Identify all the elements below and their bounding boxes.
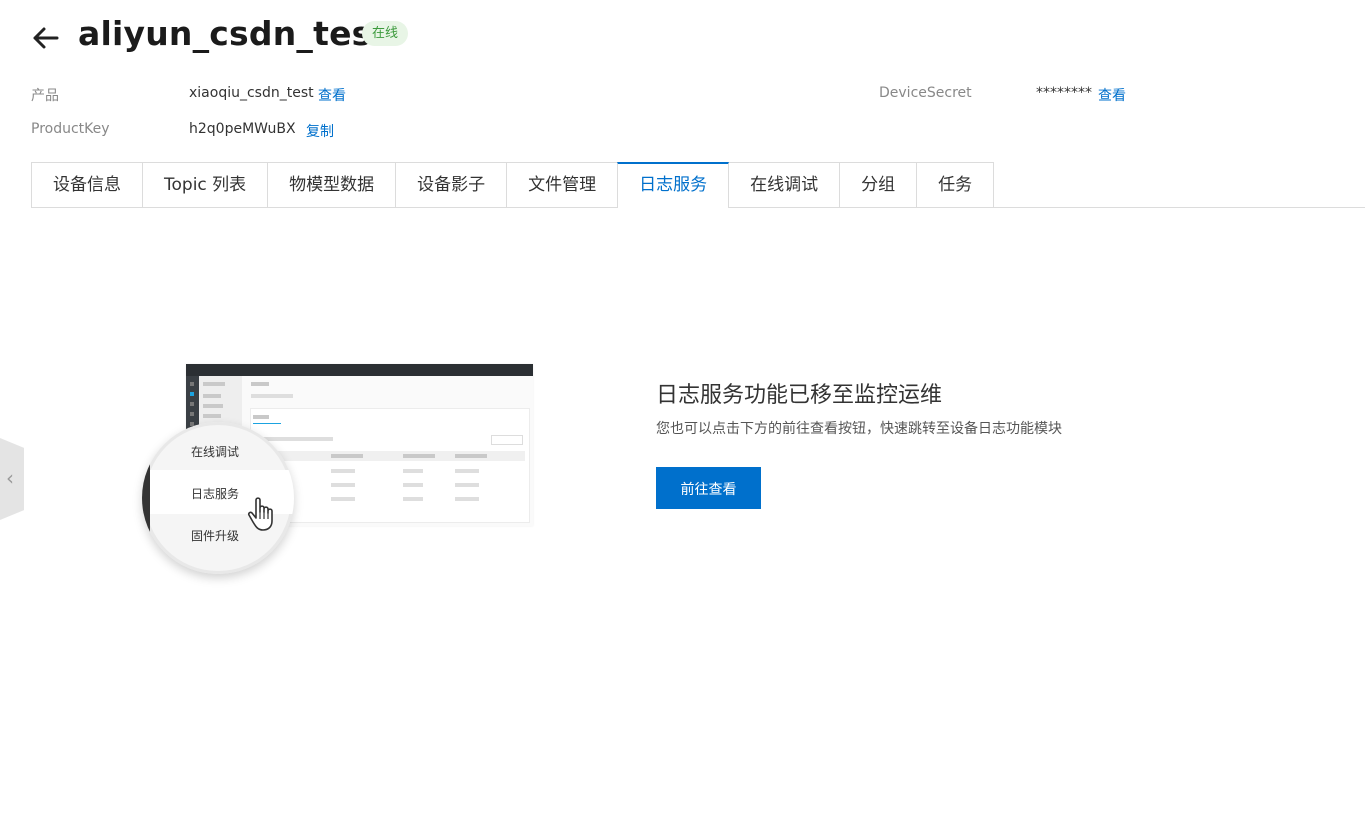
- tab-device-info[interactable]: 设备信息: [31, 162, 143, 207]
- notice-title: 日志服务功能已移至监控运维: [656, 383, 943, 408]
- chevron-left-icon: ‹: [6, 466, 14, 490]
- sidebar-collapse-handle[interactable]: ‹: [0, 438, 24, 520]
- tab-task[interactable]: 任务: [916, 162, 995, 207]
- device-secret-value: ********: [1036, 85, 1092, 101]
- tab-device-shadow[interactable]: 设备影子: [395, 162, 508, 207]
- status-badge: 在线: [362, 21, 409, 46]
- device-secret-label: DeviceSecret: [879, 85, 972, 101]
- product-label: 产品: [31, 88, 59, 104]
- tab-group[interactable]: 分组: [839, 162, 918, 207]
- notice-description: 您也可以点击下方的前往查看按钮，快速跳转至设备日志功能模块: [656, 421, 1062, 437]
- product-key-label: ProductKey: [31, 121, 110, 137]
- tab-topic-list[interactable]: Topic 列表: [142, 162, 269, 207]
- device-secret-view-link[interactable]: 查看: [1098, 85, 1126, 105]
- illustration-menu-item: 日志服务: [191, 487, 240, 501]
- illustration-menu-item: 固件升级: [191, 529, 240, 543]
- go-view-button[interactable]: 前往查看: [656, 467, 761, 509]
- tab-log-service[interactable]: 日志服务: [617, 162, 730, 209]
- product-value: xiaoqiu_csdn_test: [189, 85, 314, 101]
- arrow-left-icon[interactable]: [31, 26, 59, 50]
- page-title: aliyun_csdn_test: [78, 14, 388, 53]
- product-key-value: h2q0peMWuBX: [189, 121, 296, 137]
- tab-thing-model-data[interactable]: 物模型数据: [267, 162, 397, 207]
- hand-pointer-icon: [247, 497, 273, 531]
- illustration-menu-item: 在线调试: [191, 445, 240, 459]
- copy-product-key-link[interactable]: 复制: [306, 121, 334, 141]
- product-view-link[interactable]: 查看: [318, 85, 346, 105]
- tab-online-debug[interactable]: 在线调试: [728, 162, 841, 207]
- tab-file-management[interactable]: 文件管理: [506, 162, 619, 207]
- tab-bar: 设备信息 Topic 列表 物模型数据 设备影子 文件管理 日志服务 在线调试 …: [31, 162, 1365, 209]
